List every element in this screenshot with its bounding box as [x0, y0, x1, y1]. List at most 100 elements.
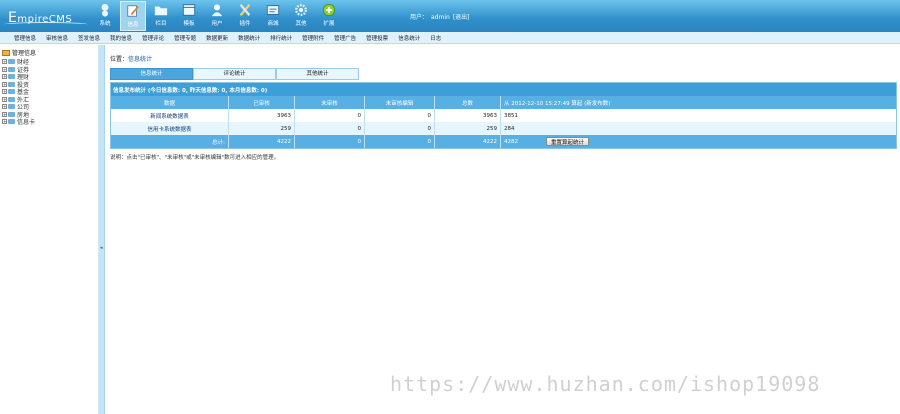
expand-icon[interactable]: +	[2, 96, 7, 102]
tree-item[interactable]: + 信息卡	[2, 118, 96, 126]
column-header: 未审核编辑	[365, 96, 435, 109]
subnav-item[interactable]: 管理信息	[14, 34, 36, 42]
nav-item-template[interactable]: 模板	[176, 1, 202, 31]
nav-label: 商城	[267, 21, 279, 27]
column-header: 未审核	[295, 96, 365, 109]
total-count: 259	[435, 122, 501, 135]
breadcrumb: 位置：信息统计	[110, 54, 152, 63]
total-count: 3963	[435, 109, 501, 122]
expand-icon[interactable]: +	[2, 66, 7, 72]
reset-stats-button[interactable]: 重置算起统计	[546, 137, 590, 146]
subnav-item[interactable]: 审核信息	[46, 34, 68, 42]
tab-info-stats[interactable]: 信息统计	[110, 68, 193, 80]
table-name-link[interactable]: 新闻系统数据表	[150, 112, 189, 120]
logo: EmpireCMS	[4, 4, 88, 28]
nav-label: 模板	[183, 21, 195, 27]
expand-icon[interactable]: +	[2, 59, 7, 65]
subnav-item[interactable]: 我的信息	[110, 34, 132, 42]
since-count: 284	[504, 125, 515, 132]
subnav-item[interactable]: 管理评论	[142, 34, 164, 42]
expand-icon[interactable]: +	[2, 119, 7, 125]
expand-icon[interactable]: +	[2, 111, 7, 117]
username: admin	[431, 14, 450, 21]
subnav-item[interactable]: 管理广告	[334, 34, 356, 42]
tab-other-stats[interactable]: 其他统计	[276, 68, 359, 80]
stat-tabs: 信息统计 评论统计 其他统计	[110, 68, 359, 80]
tree-item-label: 信息卡	[17, 119, 36, 127]
user-icon	[211, 4, 223, 17]
add-icon	[322, 3, 336, 17]
table-row: 新闻系统数据表 3963 0 0 3963 3851	[111, 109, 896, 122]
total-since-cell: 4282 重置算起统计	[501, 135, 896, 148]
expand-icon[interactable]: +	[2, 89, 7, 95]
table-name-link[interactable]: 信用卡系统数据表	[147, 125, 191, 133]
subnav-item[interactable]: 日志	[430, 34, 441, 42]
collapse-arrow-icon[interactable]: ◂	[100, 245, 103, 251]
logout-link[interactable]: [退出]	[453, 14, 470, 21]
nav-label: 用户	[211, 21, 223, 27]
subnav-item[interactable]: 管理投票	[366, 34, 388, 42]
folder-icon	[8, 66, 15, 72]
unapproved-count[interactable]: 0	[295, 109, 365, 122]
column-header: 已审核	[229, 96, 295, 109]
tree-root[interactable]: 管理信息	[2, 48, 96, 57]
unapproved-edit-count[interactable]: 0	[365, 109, 435, 122]
approved-count[interactable]: 259	[229, 122, 295, 135]
unapproved-edit-count[interactable]: 0	[365, 122, 435, 135]
nav-item-shop[interactable]: 商城	[260, 1, 286, 31]
folder-icon	[8, 119, 15, 125]
total-unapproved: 0	[295, 135, 365, 148]
unapproved-count[interactable]: 0	[295, 122, 365, 135]
system-icon	[101, 3, 109, 17]
subnav-item[interactable]: 签发信息	[78, 34, 100, 42]
total-label: 总计:	[111, 135, 229, 148]
nav-item-info[interactable]: 信息	[120, 1, 146, 31]
nav-item-other[interactable]: 其他	[288, 1, 314, 31]
expand-icon[interactable]: +	[2, 74, 7, 80]
subnav-item[interactable]: 数据更新	[206, 34, 228, 42]
total-approved: 4222	[229, 135, 295, 148]
tab-comment-stats[interactable]: 评论统计	[193, 68, 276, 80]
table-caption: 信息发布统计 (今日信息数: 0, 昨天信息数: 0, 本月信息数: 0)	[111, 83, 896, 96]
nav-item-column[interactable]: 栏目	[148, 1, 174, 31]
info-icon	[127, 5, 139, 17]
table-row: 信用卡系统数据表 259 0 0 259 284	[111, 122, 896, 135]
total-all: 4222	[435, 135, 501, 148]
user-prefix: 用户：	[410, 14, 429, 21]
since-count: 3851	[504, 112, 518, 119]
nav-label: 系统	[99, 21, 111, 27]
sidebar-splitter[interactable]: ◂	[99, 45, 105, 414]
nav-item-extend[interactable]: 扩展	[316, 1, 342, 31]
subnav-item[interactable]: 管理专题	[174, 34, 196, 42]
home-folder-icon	[2, 50, 10, 56]
folder-icon	[154, 6, 168, 16]
total-unapproved-edit: 0	[365, 135, 435, 148]
folder-icon	[8, 81, 15, 87]
nav-label: 栏目	[155, 21, 167, 27]
approved-count[interactable]: 3963	[229, 109, 295, 122]
top-bar: EmpireCMS 系统 信息 栏目 模板 用户 插件 商城 其他 扩展 用户：…	[0, 0, 900, 32]
subnav-item[interactable]: 数据统计	[238, 34, 260, 42]
table-header: 数据 已审核 未审核 未审核编辑 总数 从 2012-12-10 15:27:4…	[111, 96, 896, 109]
table-caption-text: 信息发布统计 (今日信息数: 0, 昨天信息数: 0, 本月信息数: 0)	[113, 87, 268, 94]
template-icon	[182, 4, 196, 16]
subnav-item[interactable]: 管理附件	[302, 34, 324, 42]
sub-nav: 管理信息 审核信息 签发信息 我的信息 管理评论 管理专题 数据更新 数据统计 …	[0, 32, 900, 44]
folder-icon	[8, 111, 15, 117]
breadcrumb-prefix: 位置：	[110, 56, 129, 63]
folder-icon	[8, 74, 15, 80]
expand-icon[interactable]: +	[2, 104, 7, 110]
column-header: 总数	[435, 96, 501, 109]
subnav-item[interactable]: 排行统计	[270, 34, 292, 42]
nav-item-system[interactable]: 系统	[92, 1, 118, 31]
nav-label: 信息	[127, 22, 139, 28]
watermark: https://www.huzhan.com/ishop19098	[390, 372, 821, 396]
nav-label: 其他	[295, 21, 307, 27]
plugin-icon	[239, 4, 251, 16]
nav-item-plugin[interactable]: 插件	[232, 1, 258, 31]
expand-icon[interactable]: +	[2, 81, 7, 87]
breadcrumb-link[interactable]: 信息统计	[128, 56, 152, 63]
subnav-item[interactable]: 信息统计	[398, 34, 420, 42]
nav-item-user[interactable]: 用户	[204, 1, 230, 31]
folder-icon	[8, 96, 15, 102]
